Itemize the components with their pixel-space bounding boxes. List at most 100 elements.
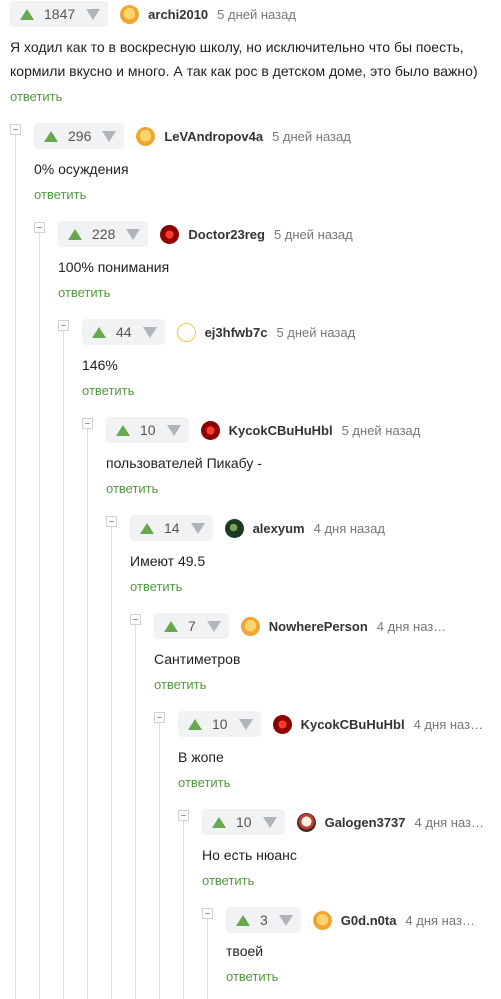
comment-text: 146% [82, 357, 118, 373]
comment-author[interactable]: Galogen3737 [325, 815, 406, 830]
avatar-smiley-yellow[interactable] [120, 4, 140, 24]
downvote-arrow-icon[interactable] [278, 914, 293, 926]
collapse-minus-icon[interactable] [58, 320, 69, 331]
upvote-arrow-icon[interactable] [68, 228, 82, 240]
comment-author[interactable]: ej3hfwb7c [205, 325, 268, 340]
rating-widget: 10 [202, 809, 285, 835]
upvote-arrow-icon[interactable] [20, 8, 34, 20]
reply-link[interactable]: ответить [106, 481, 158, 496]
comment-text: Я ходил как то в воскресную школу, но ис… [10, 35, 478, 83]
upvote-arrow-icon[interactable] [236, 914, 250, 926]
rating-widget: 7 [154, 613, 229, 639]
reply-link[interactable]: ответить [178, 775, 230, 790]
reply-link[interactable]: ответить [34, 187, 86, 202]
reply-link[interactable]: ответить [82, 383, 134, 398]
comment-author[interactable]: KycokCBuHuHbl [229, 423, 333, 438]
comment-text: 100% понимания [58, 259, 170, 275]
comment-date[interactable]: 5 дней назад [272, 129, 351, 144]
comment-author[interactable]: NowherePerson [269, 619, 368, 634]
downvote-arrow-icon[interactable] [190, 522, 205, 534]
comment-author[interactable]: archi2010 [148, 7, 208, 22]
upvote-arrow-icon[interactable] [140, 522, 154, 534]
downvote-arrow-icon[interactable] [166, 424, 181, 436]
downvote-arrow-icon[interactable] [142, 326, 157, 338]
downvote-arrow-icon[interactable] [262, 816, 277, 828]
collapse-minus-icon[interactable] [130, 614, 141, 625]
comment-text: Имеют 49.5 [130, 553, 206, 569]
comment-text: В жопе [178, 749, 224, 765]
downvote-arrow-icon[interactable] [206, 620, 221, 632]
downvote-arrow-icon[interactable] [102, 130, 117, 142]
collapse-minus-icon[interactable] [10, 124, 21, 135]
comment-date[interactable]: 5 дней назад [274, 227, 353, 242]
comment-date[interactable]: 4 дня наз… [405, 913, 474, 928]
comment-date[interactable]: 4 дня назад [314, 521, 385, 536]
comment-author[interactable]: G0d.n0ta [341, 913, 397, 928]
collapse-minus-icon[interactable] [106, 516, 117, 527]
avatar-smiley-yellow[interactable] [136, 126, 156, 146]
comment-score: 10 [236, 814, 252, 830]
collapse-minus-icon[interactable] [178, 810, 189, 821]
avatar-smiley-yellow[interactable] [312, 910, 332, 930]
downvote-arrow-icon[interactable] [126, 228, 141, 240]
comment-text-line: Я ходил как то в воскресную школу, но ис… [10, 39, 464, 55]
reply-link[interactable]: ответить [154, 677, 206, 692]
reply-link[interactable]: ответить [58, 285, 110, 300]
thread-line [207, 919, 208, 999]
upvote-arrow-icon[interactable] [116, 424, 130, 436]
comment-date[interactable]: 5 дней назад [276, 325, 355, 340]
comment-date[interactable]: 4 дня наз… [377, 619, 446, 634]
downvote-arrow-icon[interactable] [238, 718, 253, 730]
avatar-dark-green[interactable] [224, 518, 244, 538]
rating-widget: 14 [130, 515, 213, 541]
rating-widget: 44 [82, 319, 165, 345]
collapse-minus-icon[interactable] [34, 222, 45, 233]
avatar-red-dark[interactable] [160, 224, 180, 244]
comment-text: пользователей Пикабу - [106, 455, 262, 471]
comment-header: 3 G0d.n0ta 4 дня наз… [226, 907, 475, 933]
comment-score: 228 [92, 226, 116, 242]
comment-header: 14 alexyum 4 дня назад [130, 515, 385, 541]
reply-link[interactable]: ответить [10, 89, 62, 104]
comment-author[interactable]: alexyum [253, 521, 305, 536]
comment-header: 296 LeVAndropov4a 5 дней назад [34, 123, 351, 149]
thread-line [159, 723, 160, 999]
thread-line [111, 527, 112, 999]
collapse-minus-icon[interactable] [154, 712, 165, 723]
collapse-minus-icon[interactable] [202, 908, 213, 919]
avatar-empty-circle[interactable] [176, 322, 196, 342]
comment-header: 10 KycokCBuHuHbl 4 дня наз… [178, 711, 483, 737]
comment-author[interactable]: KycokCBuHuHbl [301, 717, 405, 732]
comment-date[interactable]: 5 дней назад [217, 7, 296, 22]
avatar-mask[interactable] [296, 812, 316, 832]
comment-score: 3 [260, 912, 268, 928]
comment-score: 44 [116, 324, 132, 340]
upvote-arrow-icon[interactable] [212, 816, 226, 828]
reply-link[interactable]: ответить [130, 579, 182, 594]
comment-header: 10 Galogen3737 4 дня наз… [202, 809, 484, 835]
avatar-red-dark[interactable] [272, 714, 292, 734]
thread-line [39, 233, 40, 999]
comment-text-line: кормили вкусно и много. А так как рос в … [10, 63, 478, 79]
rating-widget: 296 [34, 123, 125, 149]
reply-link[interactable]: ответить [226, 969, 278, 984]
thread-line [15, 135, 16, 999]
collapse-minus-icon[interactable] [82, 418, 93, 429]
upvote-arrow-icon[interactable] [44, 130, 58, 142]
avatar-smiley-yellow[interactable] [240, 616, 260, 636]
avatar-red-dark[interactable] [200, 420, 220, 440]
comment-header: 10 KycokCBuHuHbl 5 дней назад [106, 417, 420, 443]
comment-date[interactable]: 4 дня наз… [415, 815, 484, 830]
upvote-arrow-icon[interactable] [92, 326, 106, 338]
rating-widget: 10 [106, 417, 189, 443]
upvote-arrow-icon[interactable] [164, 620, 178, 632]
comment-date[interactable]: 4 дня наз… [414, 717, 483, 732]
comment-author[interactable]: LeVAndropov4a [164, 129, 263, 144]
downvote-arrow-icon[interactable] [86, 8, 101, 20]
comment-text: твоей [226, 943, 264, 959]
upvote-arrow-icon[interactable] [188, 718, 202, 730]
comment-date[interactable]: 5 дней назад [342, 423, 421, 438]
comment-author[interactable]: Doctor23reg [188, 227, 265, 242]
reply-link[interactable]: ответить [202, 873, 254, 888]
comment-score: 10 [140, 422, 156, 438]
